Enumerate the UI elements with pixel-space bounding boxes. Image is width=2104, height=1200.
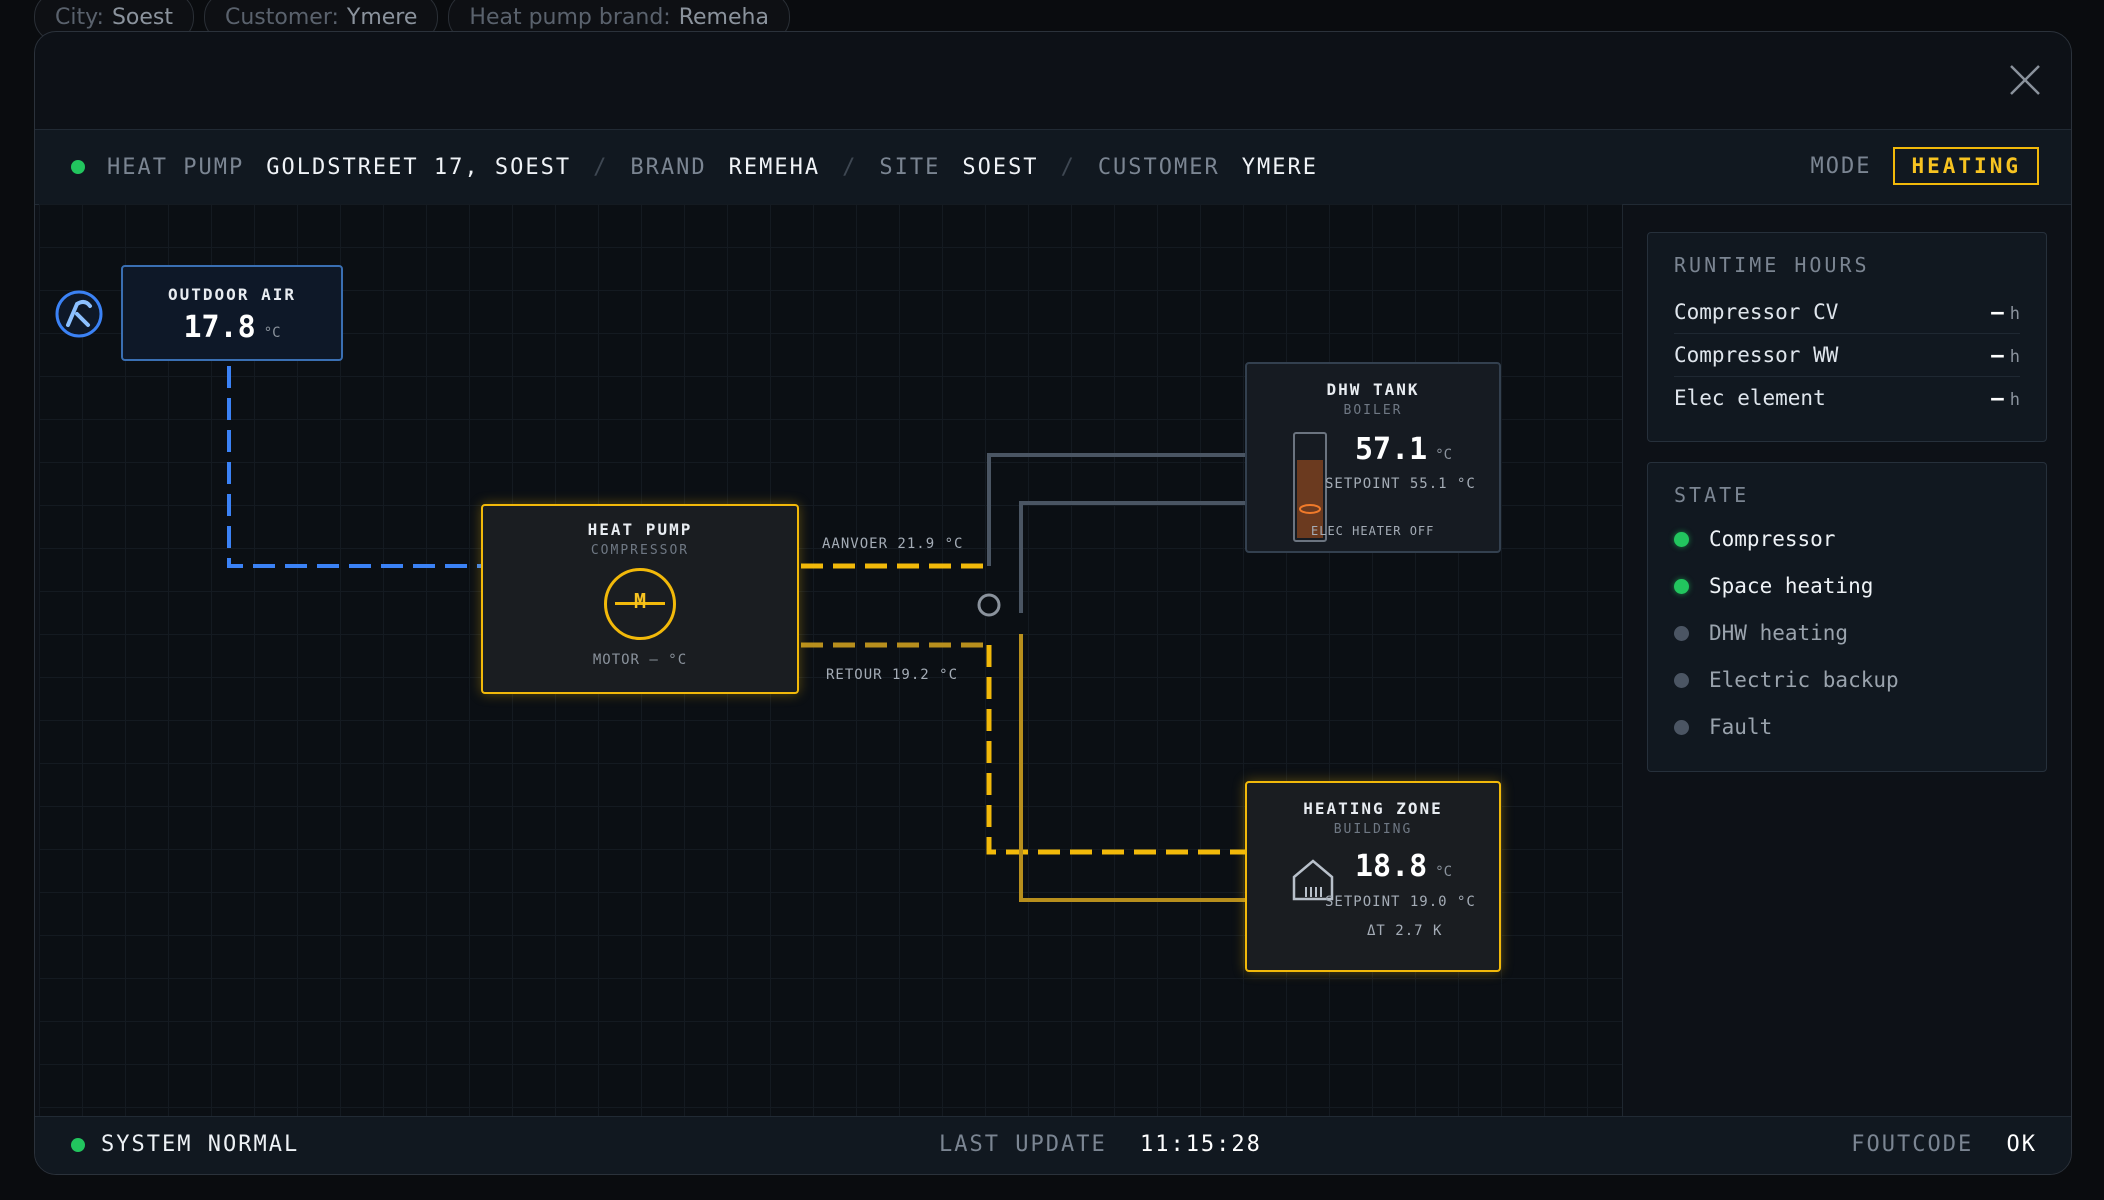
heat-pump-node[interactable]: HEAT PUMP COMPRESSOR M MOTOR — °C bbox=[481, 504, 799, 694]
zone-setpoint: SETPOINT 19.0 °C bbox=[1325, 894, 1476, 910]
zone-subtitle: BUILDING bbox=[1333, 822, 1413, 837]
state-item-dhw-heating: DHW heating bbox=[1674, 613, 1848, 653]
runtime-hours-panel: RUNTIME HOURS Compressor CV — h Compresso… bbox=[1647, 232, 2047, 442]
state-title: STATE bbox=[1674, 483, 1750, 507]
system-status: SYSTEM NORMAL bbox=[101, 1132, 300, 1157]
outdoor-air-value: 17.8 bbox=[183, 310, 256, 345]
outdoor-air-title: OUTDOOR AIR bbox=[168, 285, 296, 304]
mode-badge: HEATING bbox=[1893, 147, 2039, 185]
motor-icon: M bbox=[604, 568, 676, 640]
runtime-title: RUNTIME HOURS bbox=[1674, 253, 1870, 277]
heat-pump-subtitle: COMPRESSOR bbox=[590, 543, 690, 558]
zone-temp-value: 18.8 bbox=[1355, 849, 1428, 884]
brand-logo-icon bbox=[55, 290, 103, 338]
brand-logo bbox=[55, 290, 103, 342]
separator: / bbox=[842, 154, 858, 180]
context-header: HEAT PUMP GOLDSTREET 17, SOEST / BRAND R… bbox=[35, 129, 2071, 205]
faultcode-label: FOUTCODE bbox=[1851, 1132, 1974, 1157]
schematic-diagram: OUTDOOR AIR 17.8 °C HEAT PUMP COMPRESSOR … bbox=[39, 204, 1623, 1116]
dhw-return-pipe bbox=[1019, 501, 1245, 613]
separator: / bbox=[1060, 154, 1076, 180]
three-way-valve bbox=[977, 593, 1001, 617]
dhw-temp-value: 57.1 bbox=[1355, 432, 1428, 467]
outdoor-pipe bbox=[227, 334, 481, 568]
return-temp-label: RETOUR 19.2 °C bbox=[826, 667, 959, 683]
heater-coil-icon bbox=[1299, 504, 1321, 514]
zone-delta: ΔT 2.7 K bbox=[1367, 923, 1443, 939]
outdoor-air-node[interactable]: OUTDOOR AIR 17.8 °C bbox=[121, 265, 343, 361]
supply-temp-label: AANVOER 21.9 °C bbox=[822, 536, 964, 552]
last-update-label: LAST UPDATE bbox=[939, 1132, 1107, 1157]
dhw-subtitle: BOILER bbox=[1343, 403, 1403, 418]
customer-label: CUSTOMER bbox=[1097, 154, 1220, 180]
dhw-supply-pipe bbox=[987, 453, 1245, 566]
brand-label: BRAND bbox=[630, 154, 707, 180]
heat-pump-value: GOLDSTREET 17, SOEST bbox=[266, 154, 572, 180]
heating-zone-node[interactable]: HEATING ZONE BUILDING 18.8 °C SETPOINT 19… bbox=[1245, 781, 1501, 972]
heat-pump-modal: HEAT PUMP GOLDSTREET 17, SOEST / BRAND R… bbox=[34, 31, 2072, 1175]
state-dot bbox=[1674, 625, 1689, 641]
state-item-space-heating: Space heating bbox=[1674, 566, 1873, 606]
state-dot bbox=[1674, 531, 1689, 547]
customer-value: YMERE bbox=[1241, 154, 1319, 180]
elec-heater-status: ELEC HEATER OFF bbox=[1311, 524, 1435, 538]
zone-title: HEATING ZONE bbox=[1303, 799, 1443, 818]
brand-value: REMEHA bbox=[728, 154, 821, 180]
status-footer: SYSTEM NORMAL LAST UPDATE 11:15:28 FOUTC… bbox=[35, 1116, 2071, 1174]
state-dot bbox=[1674, 578, 1689, 594]
heat-pump-label: HEAT PUMP bbox=[107, 154, 245, 180]
status-dot bbox=[71, 160, 85, 174]
mode-indicator: MODE HEATING bbox=[1810, 147, 2039, 185]
runtime-row: Compressor WW — h bbox=[1674, 334, 2020, 377]
state-item-electric-backup: Electric backup bbox=[1674, 660, 1899, 700]
state-dot bbox=[1674, 719, 1689, 735]
faultcode-value: OK bbox=[2006, 1132, 2037, 1157]
dhw-title: DHW TANK bbox=[1326, 380, 1420, 399]
heat-pump-title: HEAT PUMP bbox=[587, 520, 693, 539]
zone-supply-pipe bbox=[986, 645, 1245, 855]
mode-label: MODE bbox=[1810, 153, 1872, 179]
motor-temp: MOTOR — °C bbox=[592, 652, 688, 668]
site-label: SITE bbox=[879, 154, 941, 180]
close-button[interactable] bbox=[2007, 62, 2043, 98]
close-icon bbox=[2010, 65, 2040, 95]
separator: / bbox=[593, 154, 609, 180]
zone-return-pipe bbox=[1019, 634, 1245, 902]
runtime-row: Compressor CV — h bbox=[1674, 291, 2020, 334]
last-update-value: 11:15:28 bbox=[1139, 1132, 1262, 1157]
dhw-setpoint: SETPOINT 55.1 °C bbox=[1325, 476, 1476, 492]
site-value: SOEST bbox=[962, 154, 1039, 180]
state-dot bbox=[1674, 672, 1689, 688]
state-item-compressor: Compressor bbox=[1674, 519, 1835, 559]
state-item-fault: Fault bbox=[1674, 707, 1772, 747]
runtime-row: Elec element — h bbox=[1674, 386, 2020, 410]
dhw-tank-node[interactable]: DHW TANK BOILER 57.1 °C SETPOINT 55.1 °C … bbox=[1245, 362, 1501, 553]
system-status-dot bbox=[71, 1137, 85, 1152]
state-panel: STATE Compressor Space heating DHW heati… bbox=[1647, 462, 2047, 772]
